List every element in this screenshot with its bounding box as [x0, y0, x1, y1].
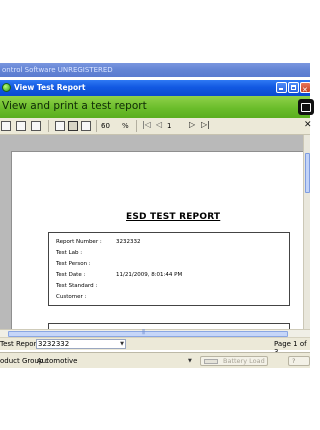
report-selector-bar: Test Reports 3232332 ▼ Page 1 of 3 [0, 337, 310, 356]
dialog-header: View and print a test report [0, 96, 314, 118]
app-icon [2, 83, 11, 92]
close-window-button[interactable] [300, 82, 311, 98]
last-page-icon[interactable]: ▷| [201, 120, 210, 129]
info-value: 3232332 [116, 239, 141, 245]
help-label: ? [292, 357, 296, 365]
report-preview-area: ESD TEST REPORT Report Number : 3232332 … [0, 135, 310, 329]
report-info-box: Report Number : 3232332 Test Lab : Test … [48, 232, 290, 306]
info-label: Report Number : [56, 239, 102, 245]
chevron-down-icon[interactable]: ▼ [188, 358, 192, 364]
battery-load-button[interactable]: Battery Load [200, 356, 268, 366]
previous-page-icon[interactable]: ◁ [156, 120, 162, 129]
test-reports-select[interactable]: 3232332 ▼ [36, 339, 126, 349]
horizontal-scrollbar[interactable] [0, 329, 310, 337]
product-group-select[interactable]: Automotive [37, 356, 192, 366]
zoom-unit: % [122, 122, 129, 130]
dialog-title: View Test Report [14, 83, 86, 92]
report-page: ESD TEST REPORT Report Number : 3232332 … [11, 151, 306, 329]
battery-load-label: Battery Load [223, 357, 265, 365]
parent-window-toolbar: oduct Group : Automotive ▼ Battery Load … [0, 352, 310, 368]
single-page-icon[interactable] [55, 121, 65, 131]
next-page-icon[interactable]: ▷ [189, 120, 195, 129]
vertical-scroll-thumb[interactable] [305, 153, 310, 193]
info-label: Test Standard : [56, 283, 98, 289]
help-button[interactable]: ? [288, 356, 310, 366]
header-title: View and print a test report [2, 100, 147, 112]
info-label: Test Person : [56, 261, 91, 267]
chevron-down-icon[interactable]: ▼ [120, 340, 124, 349]
parent-window-title: ontrol Software UNREGISTERED [0, 63, 310, 77]
printer-icon [298, 99, 314, 115]
info-label: Test Lab : [56, 250, 83, 256]
report-title: ESD TEST REPORT [126, 212, 221, 222]
dialog-title-bar[interactable]: View Test Report [0, 80, 311, 98]
close-preview-icon[interactable]: ✕ [304, 120, 312, 130]
toolbar-divider [96, 120, 97, 132]
info-label: Test Date : [56, 272, 86, 278]
info-label: Customer : [56, 294, 87, 300]
page-number-input[interactable]: 1 [167, 121, 183, 131]
preview-toolbar: 60 % |◁ ◁ 1 ▷ ▷| ✕ [0, 118, 312, 135]
print-icon[interactable] [1, 121, 11, 131]
zoom-input[interactable]: 60 [101, 121, 117, 131]
maximize-button[interactable] [288, 82, 299, 93]
test-reports-selected-value: 3232332 [38, 340, 70, 348]
export-icon[interactable] [16, 121, 26, 131]
minimize-button[interactable] [276, 82, 287, 93]
info-value: 11/21/2009, 8:01:44 PM [116, 272, 183, 278]
vertical-scrollbar[interactable] [303, 135, 310, 329]
toolbar-divider [48, 120, 49, 132]
fit-page-icon[interactable] [68, 121, 78, 131]
first-page-icon[interactable]: |◁ [142, 120, 151, 129]
toolbar-divider [136, 120, 137, 132]
battery-icon [204, 359, 218, 364]
multi-page-icon[interactable] [81, 121, 91, 131]
page-setup-icon[interactable] [31, 121, 41, 131]
